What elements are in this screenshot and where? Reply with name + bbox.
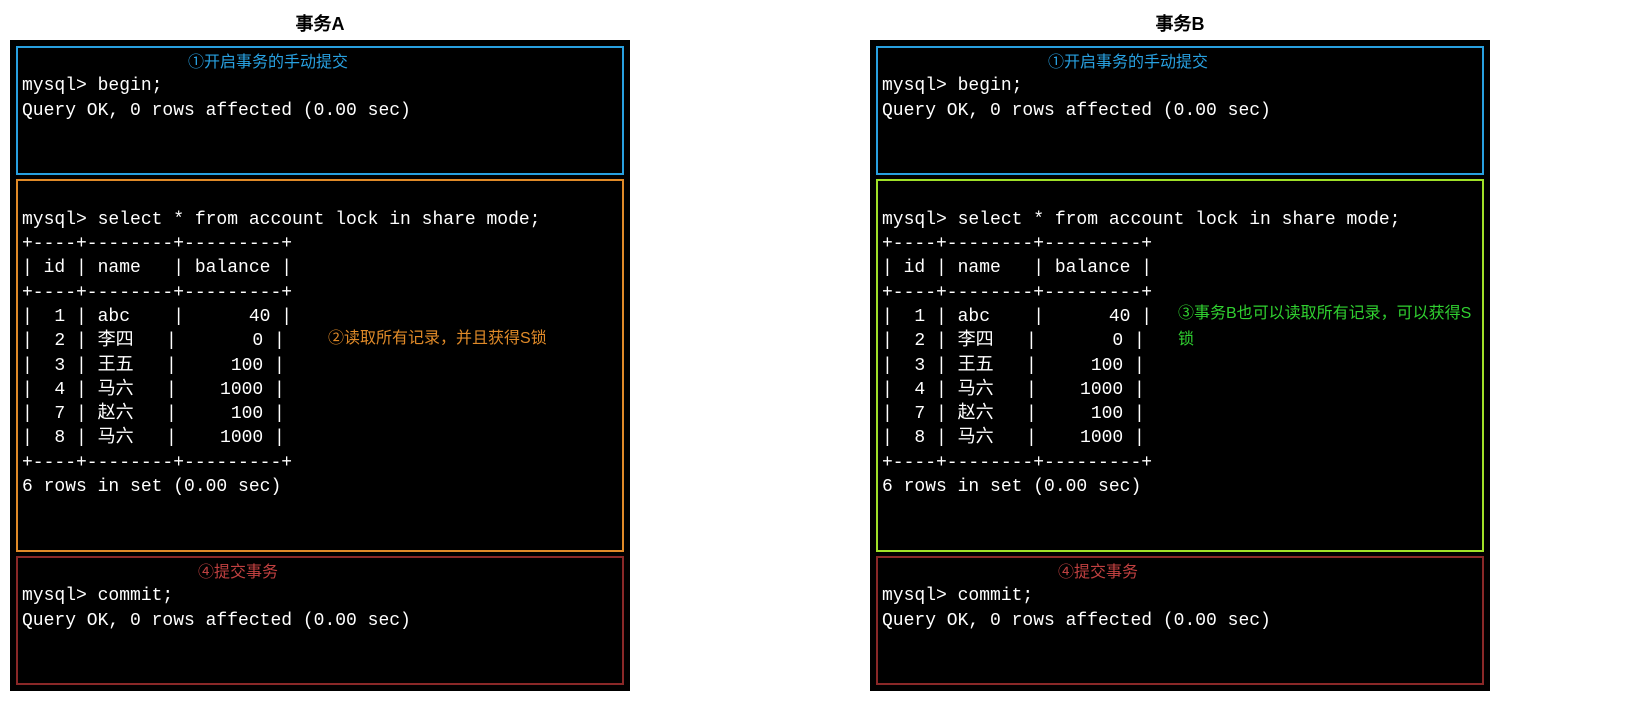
select-block-b: mysql> select * from account lock in sha… xyxy=(876,179,1484,551)
commit-annot-a: ④提交事务 xyxy=(198,560,278,586)
table-row: | 2 | 李四 | 0 | xyxy=(22,331,285,351)
select-sep-a1: +----+--------+---------+ xyxy=(22,234,292,254)
select-header-a: | id | name | balance | xyxy=(22,258,292,278)
commit-cmd-a: mysql> commit; xyxy=(22,586,173,606)
begin-annot-b: ①开启事务的手动提交 xyxy=(1048,50,1208,76)
begin-result-b: Query OK, 0 rows affected (0.00 sec) xyxy=(882,101,1271,121)
select-sep-b3: +----+--------+---------+ xyxy=(882,453,1152,473)
begin-result-a: Query OK, 0 rows affected (0.00 sec) xyxy=(22,101,411,121)
begin-annot-a: ①开启事务的手动提交 xyxy=(188,50,348,76)
table-row: | 7 | 赵六 | 100 | xyxy=(22,404,285,424)
table-row: | 1 | abc | 40 | xyxy=(882,307,1152,327)
table-row: | 1 | abc | 40 | xyxy=(22,307,292,327)
select-cmd-a: mysql> select * from account lock in sha… xyxy=(22,210,540,230)
table-row: | 4 | 马六 | 1000 | xyxy=(22,380,285,400)
select-sep-b1: +----+--------+---------+ xyxy=(882,234,1152,254)
begin-block-a: mysql> begin; Query OK, 0 rows affected … xyxy=(16,46,624,175)
commit-result-b: Query OK, 0 rows affected (0.00 sec) xyxy=(882,611,1271,631)
table-row: | 4 | 马六 | 1000 | xyxy=(882,380,1145,400)
transaction-a: 事务A mysql> begin; Query OK, 0 rows affec… xyxy=(10,10,630,691)
select-sep-a2: +----+--------+---------+ xyxy=(22,283,292,303)
select-cmd-b: mysql> select * from account lock in sha… xyxy=(882,210,1400,230)
transaction-a-title: 事务A xyxy=(10,10,630,36)
table-row: | 3 | 王五 | 100 | xyxy=(882,356,1145,376)
select-annot-a: ②读取所有记录，并且获得S锁 xyxy=(328,326,547,352)
diagram-container: 事务A mysql> begin; Query OK, 0 rows affec… xyxy=(10,10,1627,691)
transaction-b-title: 事务B xyxy=(870,10,1490,36)
commit-block-a: mysql> commit; Query OK, 0 rows affected… xyxy=(16,556,624,685)
commit-cmd-b: mysql> commit; xyxy=(882,586,1033,606)
select-footer-a: 6 rows in set (0.00 sec) xyxy=(22,477,281,497)
select-footer-b: 6 rows in set (0.00 sec) xyxy=(882,477,1141,497)
commit-annot-b: ④提交事务 xyxy=(1058,560,1138,586)
table-row: | 3 | 王五 | 100 | xyxy=(22,356,285,376)
select-sep-a3: +----+--------+---------+ xyxy=(22,453,292,473)
table-row: | 7 | 赵六 | 100 | xyxy=(882,404,1145,424)
begin-block-b: mysql> begin; Query OK, 0 rows affected … xyxy=(876,46,1484,175)
commit-block-b: mysql> commit; Query OK, 0 rows affected… xyxy=(876,556,1484,685)
table-row: | 8 | 马六 | 1000 | xyxy=(882,428,1145,448)
commit-result-a: Query OK, 0 rows affected (0.00 sec) xyxy=(22,611,411,631)
table-row: | 2 | 李四 | 0 | xyxy=(882,331,1145,351)
begin-cmd-b: mysql> begin; xyxy=(882,76,1022,96)
table-row: | 8 | 马六 | 1000 | xyxy=(22,428,285,448)
begin-cmd-a: mysql> begin; xyxy=(22,76,162,96)
select-block-a: mysql> select * from account lock in sha… xyxy=(16,179,624,551)
select-sep-b2: +----+--------+---------+ xyxy=(882,283,1152,303)
select-annot-b: ③事务B也可以读取所有记录，可以获得S锁 xyxy=(1178,301,1478,352)
terminal-a: mysql> begin; Query OK, 0 rows affected … xyxy=(10,40,630,691)
terminal-b: mysql> begin; Query OK, 0 rows affected … xyxy=(870,40,1490,691)
transaction-b: 事务B mysql> begin; Query OK, 0 rows affec… xyxy=(870,10,1490,691)
select-header-b: | id | name | balance | xyxy=(882,258,1152,278)
